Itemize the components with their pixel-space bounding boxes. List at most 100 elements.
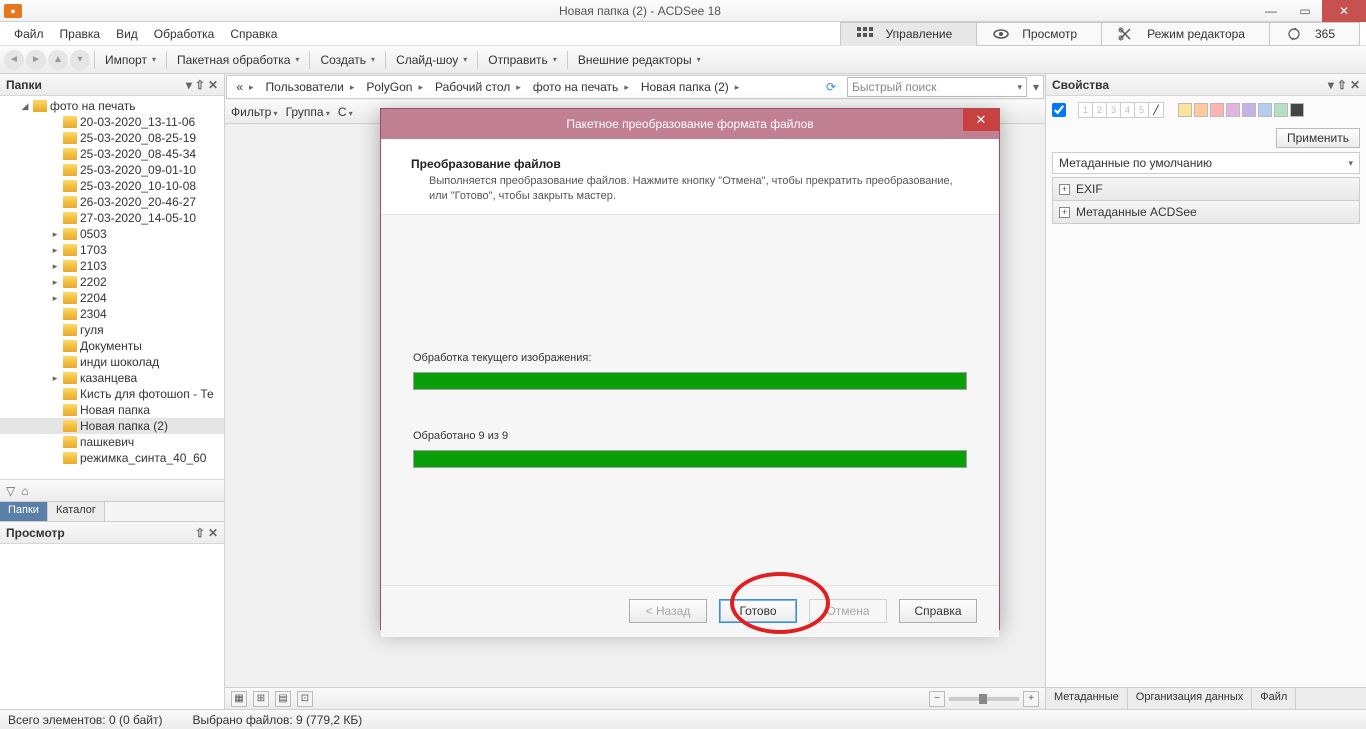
props-checkbox[interactable] [1052, 103, 1066, 117]
toolbar-slideshow[interactable]: Слайд-шоу [390, 50, 473, 70]
tab-organize[interactable]: Организация данных [1128, 688, 1253, 709]
breadcrumb-bar[interactable]: « Пользователи PolyGon Рабочий стол фото… [226, 75, 1044, 99]
close-window-button[interactable]: ✕ [1322, 0, 1366, 22]
view-btn[interactable]: ⊡ [297, 691, 313, 707]
dialog-heading: Преобразование файлов [411, 157, 561, 171]
crumb[interactable]: Рабочий стол [429, 76, 527, 98]
tree-item[interactable]: 20-03-2020_13-11-06 [0, 114, 224, 130]
tab-file[interactable]: Файл [1252, 688, 1296, 709]
scissors-icon [1118, 27, 1134, 41]
dialog-close-button[interactable]: ✕ [963, 109, 999, 131]
maximize-button[interactable]: ▭ [1288, 0, 1322, 22]
search-input[interactable]: Быстрый поиск▾ [847, 77, 1027, 97]
mode-view[interactable]: Просмотр [976, 22, 1102, 46]
crumb[interactable]: Пользователи [260, 76, 361, 98]
rating-box[interactable]: 12345╱ [1078, 102, 1164, 118]
dialog-description: Выполняется преобразование файлов. Нажми… [411, 174, 969, 204]
tree-item[interactable]: ▸1703 [0, 242, 224, 258]
zoom-out-icon[interactable]: − [929, 691, 945, 707]
tree-item[interactable]: ▸2204 [0, 290, 224, 306]
window-title: Новая папка (2) - ACDSee 18 [26, 4, 1254, 18]
view-btn[interactable]: ▦ [231, 691, 247, 707]
tree-item[interactable]: режимка_синта_40_60 [0, 450, 224, 466]
filter-icon[interactable]: ▽ [6, 484, 15, 498]
tree-item[interactable]: Документы [0, 338, 224, 354]
tab-folders[interactable]: Папки [0, 502, 48, 521]
toolbar-external[interactable]: Внешние редакторы [572, 50, 707, 70]
toolbar-import[interactable]: Импорт [99, 50, 162, 70]
tree-item[interactable]: 25-03-2020_08-45-34 [0, 146, 224, 162]
menu-process[interactable]: Обработка [146, 24, 223, 44]
tree-item[interactable]: Новая папка [0, 402, 224, 418]
menu-help[interactable]: Справка [222, 24, 285, 44]
toolbar-batch[interactable]: Пакетная обработка [171, 50, 305, 70]
mode-manage[interactable]: Управление [840, 22, 978, 46]
filter-menu[interactable]: Фильтр [231, 105, 278, 119]
folder-icon[interactable]: « [227, 76, 260, 98]
minimize-button[interactable]: — [1254, 0, 1288, 22]
grid-icon [857, 27, 873, 41]
help-button[interactable]: Справка [899, 599, 977, 623]
color-labels[interactable] [1178, 103, 1304, 117]
tab-catalog[interactable]: Каталог [48, 502, 105, 521]
exif-group[interactable]: +EXIF [1052, 177, 1360, 201]
nav-up[interactable]: ▲ [48, 50, 68, 70]
menu-icon[interactable]: ▾ [1029, 80, 1043, 94]
menu-view[interactable]: Вид [108, 24, 146, 44]
toolbar-create[interactable]: Создать [314, 50, 381, 70]
menu-file[interactable]: Файл [6, 24, 52, 44]
tree-item[interactable]: ▸2202 [0, 274, 224, 290]
panel-menu-icon[interactable]: ▾ [186, 78, 192, 92]
toolbar-send[interactable]: Отправить [482, 50, 563, 70]
tree-item[interactable]: ▸0503 [0, 226, 224, 242]
zoom-in-icon[interactable]: + [1023, 691, 1039, 707]
crumb[interactable]: фото на печать [527, 76, 635, 98]
nav-forward[interactable]: ► [26, 50, 46, 70]
tree-item[interactable]: 2304 [0, 306, 224, 322]
view-btn[interactable]: ▤ [275, 691, 291, 707]
nav-history[interactable]: ▾ [70, 50, 90, 70]
tree-item[interactable]: инди шоколад [0, 354, 224, 370]
mode-365[interactable]: 365 [1269, 22, 1360, 46]
tab-metadata[interactable]: Метаданные [1046, 688, 1128, 709]
folder-tree[interactable]: ◢фото на печать 20-03-2020_13-11-0625-03… [0, 96, 224, 479]
panel-close-icon[interactable]: ✕ [208, 526, 218, 540]
refresh-icon[interactable]: ⟳ [819, 80, 843, 94]
panel-close-icon[interactable]: ✕ [208, 78, 218, 92]
menu-edit[interactable]: Правка [52, 24, 109, 44]
tree-item[interactable]: 25-03-2020_10-10-08 [0, 178, 224, 194]
tree-item[interactable]: гуля [0, 322, 224, 338]
tree-item[interactable]: пашкевич [0, 434, 224, 450]
pin-icon[interactable]: ⇧ [195, 526, 205, 540]
chevron-down-icon[interactable]: ▾ [1017, 82, 1022, 93]
acdsee-meta-group[interactable]: +Метаданные ACDSee [1052, 200, 1360, 224]
cancel-button: Отмена [809, 599, 887, 623]
group-menu[interactable]: Группа [286, 105, 330, 119]
sort-menu[interactable]: С [338, 105, 353, 119]
tree-item[interactable]: ▸казанцева [0, 370, 224, 386]
folder-icon [33, 100, 47, 112]
view-btn[interactable]: ⊞ [253, 691, 269, 707]
batch-convert-dialog: Пакетное преобразование формата файлов ✕… [380, 108, 1000, 630]
zoom-slider[interactable]: − + [929, 691, 1039, 707]
meta-preset-select[interactable]: Метаданные по умолчанию▾ [1052, 152, 1360, 174]
crumb[interactable]: PolyGon [360, 76, 429, 98]
tree-item[interactable]: 27-03-2020_14-05-10 [0, 210, 224, 226]
status-total: Всего элементов: 0 (0 байт) [8, 713, 162, 727]
pin-icon[interactable]: ⇧ [195, 78, 205, 92]
panel-close-icon[interactable]: ✕ [1350, 78, 1360, 92]
finish-button[interactable]: Готово [719, 599, 797, 623]
tree-item[interactable]: 25-03-2020_09-01-10 [0, 162, 224, 178]
tree-tool-icon[interactable]: ⌂ [21, 484, 28, 498]
tree-item[interactable]: 25-03-2020_08-25-19 [0, 130, 224, 146]
nav-back[interactable]: ◄ [4, 50, 24, 70]
tree-item[interactable]: ▸2103 [0, 258, 224, 274]
apply-button[interactable]: Применить [1276, 128, 1360, 148]
pin-icon[interactable]: ⇧ [1337, 78, 1347, 92]
panel-menu-icon[interactable]: ▾ [1328, 78, 1334, 92]
crumb[interactable]: Новая папка (2) [635, 76, 745, 98]
tree-item[interactable]: Новая папка (2) [0, 418, 224, 434]
mode-edit[interactable]: Режим редактора [1101, 22, 1270, 46]
tree-item[interactable]: Кисть для фотошоп - Те [0, 386, 224, 402]
tree-item[interactable]: 26-03-2020_20-46-27 [0, 194, 224, 210]
